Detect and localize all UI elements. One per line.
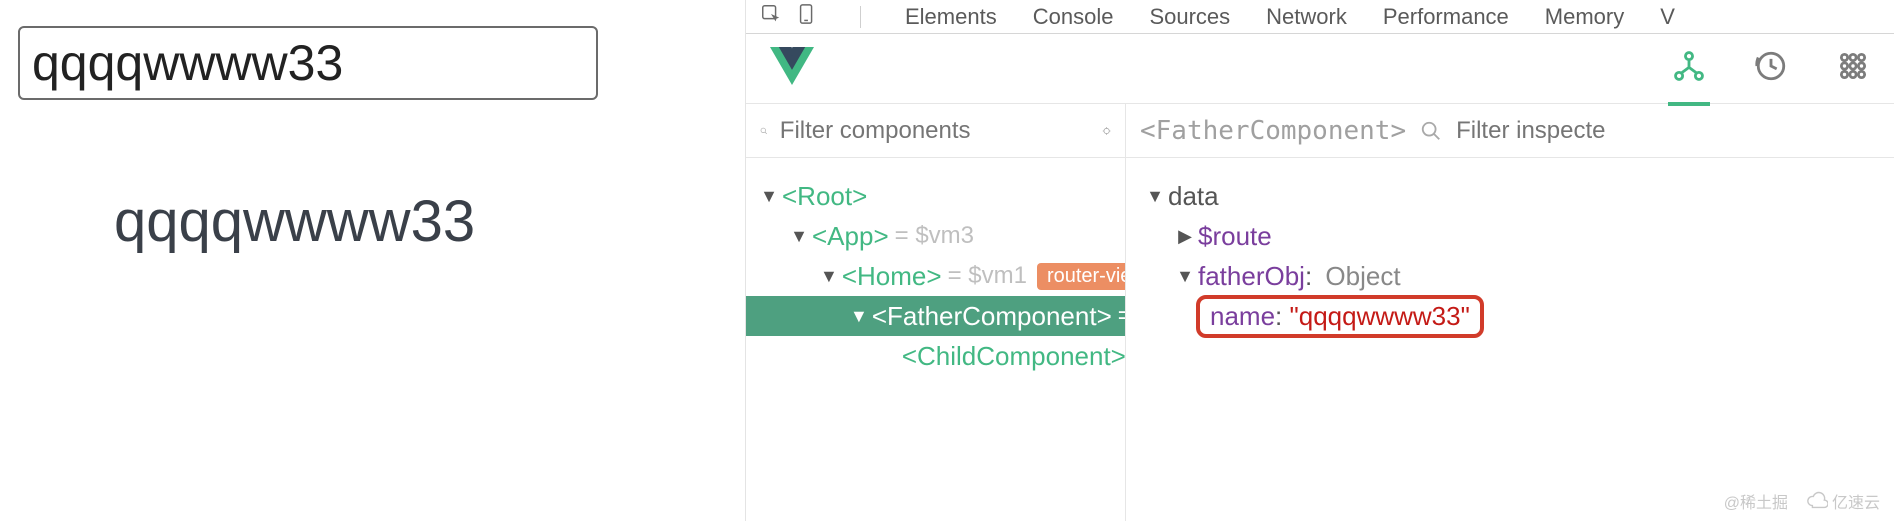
chevron-down-icon: ▼ (760, 186, 778, 207)
search-icon (760, 120, 768, 142)
data-type: Object (1325, 261, 1400, 292)
tab-elements[interactable]: Elements (905, 4, 997, 30)
devtools-tabs: Elements Console Sources Network Perform… (746, 0, 1894, 34)
data-key: $route (1198, 221, 1272, 252)
vue-devtools-body: ▼ <Root> ▼ <App> = $vm3 ▼ <Home> = $vm1 … (746, 104, 1894, 521)
highlighted-value-box: name: "qqqqwwww33" (1196, 295, 1484, 338)
watermark: @稀土掘 亿速云 (1724, 489, 1880, 513)
settings-dots-icon[interactable] (1836, 49, 1870, 88)
tree-tag: <Home> (842, 261, 942, 292)
tab-divider (860, 6, 861, 28)
chevron-down-icon: ▼ (850, 306, 868, 327)
target-icon[interactable] (1102, 118, 1111, 144)
tab-sources[interactable]: Sources (1149, 4, 1230, 30)
inspect-element-icon[interactable] (760, 3, 782, 31)
tab-console[interactable]: Console (1033, 4, 1114, 30)
search-icon (1420, 120, 1442, 142)
data-route[interactable]: ▶ $route (1136, 216, 1884, 256)
tree-node-app[interactable]: ▼ <App> = $vm3 (746, 216, 1125, 256)
app-preview-panel: qqqqwwww33 (0, 0, 745, 521)
filter-components-input[interactable] (780, 117, 1090, 145)
tab-performance[interactable]: Performance (1383, 4, 1509, 30)
tab-network[interactable]: Network (1266, 4, 1347, 30)
tab-vue-cut[interactable]: V (1660, 4, 1674, 30)
chevron-down-icon: ▼ (790, 226, 808, 247)
router-view-badge: router-vie (1037, 263, 1125, 290)
chevron-down-icon: ▼ (1176, 266, 1194, 287)
tab-memory[interactable]: Memory (1545, 4, 1624, 30)
tree-meta: = $ (1118, 302, 1125, 330)
watermark-text: 亿速云 (1832, 489, 1880, 513)
device-toolbar-icon[interactable] (796, 3, 818, 31)
tree-node-child[interactable]: ▼ <ChildComponent> = (746, 336, 1125, 376)
components-view-icon[interactable] (1672, 49, 1706, 88)
vue-devtools-header (746, 34, 1894, 104)
timeline-icon[interactable] (1754, 49, 1788, 88)
output-text: qqqqwwww33 (114, 188, 727, 255)
cloud-icon (1806, 490, 1828, 512)
chevron-down-icon: ▼ (820, 266, 838, 287)
data-key: fatherObj (1198, 261, 1305, 292)
chevron-right-icon: ▶ (1176, 226, 1194, 247)
tree-node-father-selected[interactable]: ▼ <FatherComponent> = $ (746, 296, 1125, 336)
devtools-panel: Elements Console Sources Network Perform… (745, 0, 1894, 521)
data-name-row[interactable]: name: "qqqqwwww33" (1136, 296, 1884, 336)
data-string-value: "qqqqwwww33" (1290, 301, 1470, 331)
inspector-header: <FatherComponent> (1126, 104, 1894, 158)
selected-component-name: <FatherComponent> (1140, 116, 1406, 146)
filter-components-row (746, 104, 1125, 158)
data-section-header[interactable]: ▼ data (1136, 176, 1884, 216)
tree-tag: <FatherComponent> (872, 301, 1112, 332)
tree-tag: <App> (812, 221, 889, 252)
tree-meta: = $vm1 (948, 262, 1027, 290)
tree-meta: = $vm3 (895, 222, 974, 250)
watermark-text: @稀土掘 (1724, 489, 1788, 513)
tree-node-home[interactable]: ▼ <Home> = $vm1 router-vie (746, 256, 1125, 296)
filter-inspected-input[interactable] (1456, 117, 1880, 145)
data-key: name (1210, 301, 1275, 331)
component-tree: ▼ <Root> ▼ <App> = $vm3 ▼ <Home> = $vm1 … (746, 158, 1125, 521)
chevron-down-icon: ▼ (1146, 186, 1164, 207)
data-fatherobj[interactable]: ▼ fatherObj: Object (1136, 256, 1884, 296)
component-tree-column: ▼ <Root> ▼ <App> = $vm3 ▼ <Home> = $vm1 … (746, 104, 1126, 521)
text-input[interactable] (18, 26, 598, 100)
data-label: data (1168, 181, 1219, 212)
tree-node-root[interactable]: ▼ <Root> (746, 176, 1125, 216)
inspector-column: <FatherComponent> ▼ data ▶ $route ▼ fath… (1126, 104, 1894, 521)
inspector-body: ▼ data ▶ $route ▼ fatherObj: Object name… (1126, 158, 1894, 521)
tree-tag: <Root> (782, 181, 867, 212)
tree-tag: <ChildComponent> (902, 341, 1125, 372)
vue-logo-icon (770, 44, 814, 93)
